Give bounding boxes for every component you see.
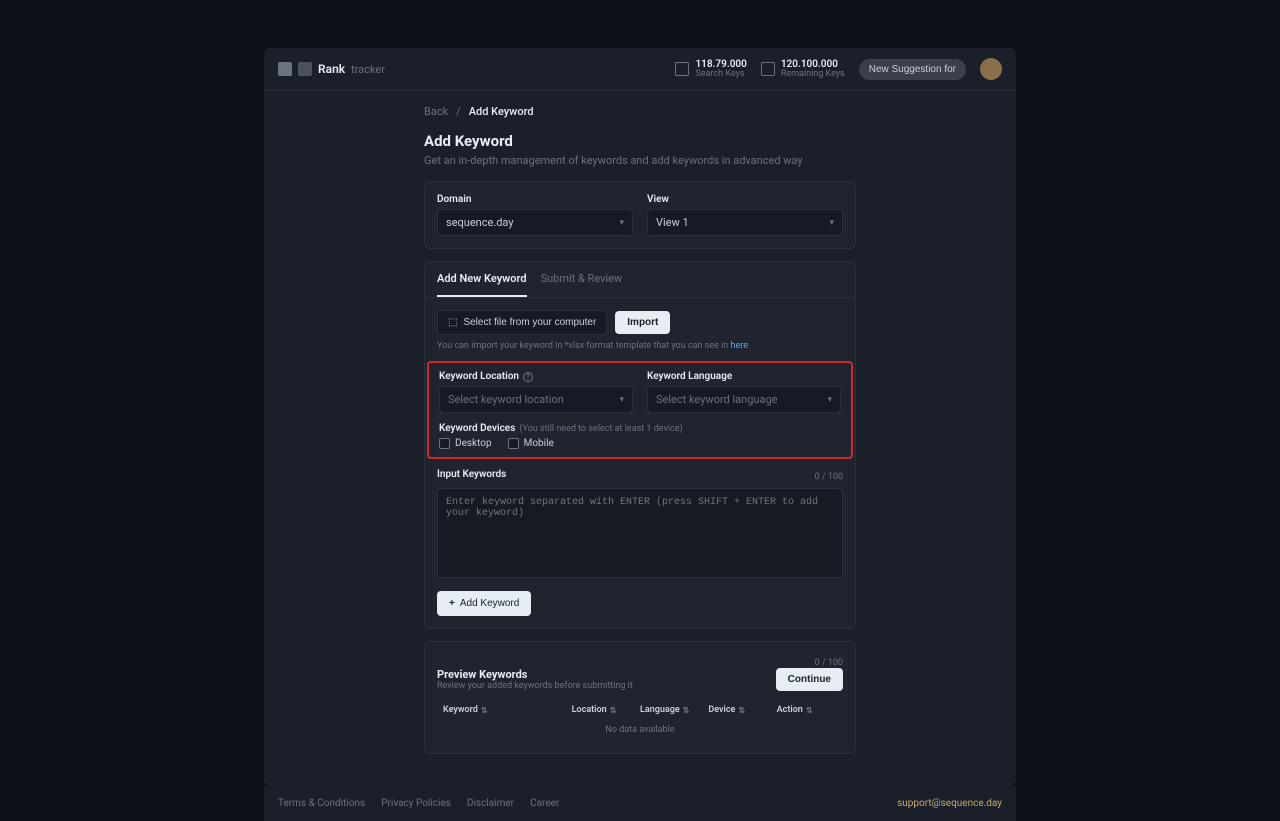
template-link[interactable]: here <box>731 341 748 351</box>
info-icon[interactable]: ? <box>523 372 533 382</box>
select-file-label: Select file from your computer <box>463 317 596 328</box>
footer-career[interactable]: Career <box>530 798 559 809</box>
import-hint: You can import your keyword in *xlsx for… <box>437 341 843 351</box>
view-select[interactable]: View 1 ▾ <box>647 209 843 236</box>
language-label: Keyword Language <box>647 371 841 382</box>
brand-name: Rank <box>318 62 345 76</box>
brand-sub: tracker <box>351 63 385 76</box>
plus-icon: + <box>449 598 455 609</box>
add-keyword-panel: Add New Keyword Submit & Review ⬚ Select… <box>424 261 856 629</box>
add-keyword-button[interactable]: + Add Keyword <box>437 591 531 616</box>
keywords-textarea[interactable] <box>437 488 843 578</box>
checkbox-icon <box>508 438 519 449</box>
stat1-value: 118.79.000 <box>695 59 746 70</box>
input-keywords-label: Input Keywords <box>437 469 506 480</box>
breadcrumb: Back / Add Keyword <box>424 105 856 118</box>
col-keyword[interactable]: Keyword⇅ <box>443 705 564 715</box>
footer: Terms & Conditions Privacy Policies Disc… <box>264 786 1016 821</box>
col-action[interactable]: Action⇅ <box>777 705 837 715</box>
sort-icon: ⇅ <box>738 706 745 715</box>
stat-remaining-keys: 120.100.000 Remaining Keys <box>761 59 845 80</box>
col-location[interactable]: Location⇅ <box>572 705 632 715</box>
keyword-count: 0 / 100 <box>815 472 843 482</box>
view-label: View <box>647 194 843 205</box>
col-language[interactable]: Language⇅ <box>640 705 700 715</box>
preview-panel: 0 / 100 Preview Keywords Review your add… <box>424 641 856 754</box>
stat1-label: Search Keys <box>695 70 746 80</box>
chevron-down-icon: ▾ <box>829 218 834 228</box>
logo-icon-2 <box>298 62 312 76</box>
avatar[interactable] <box>980 58 1002 80</box>
select-file-button[interactable]: ⬚ Select file from your computer <box>437 310 607 335</box>
devices-label: Keyword Devices (You still need to selec… <box>439 423 841 434</box>
breadcrumb-current: Add Keyword <box>469 105 534 118</box>
import-button[interactable]: Import <box>615 311 670 334</box>
footer-privacy[interactable]: Privacy Policies <box>381 798 451 809</box>
key-icon <box>761 62 775 76</box>
location-label: Keyword Location ? <box>439 371 633 382</box>
tabs: Add New Keyword Submit & Review <box>425 262 855 298</box>
footer-disclaimer[interactable]: Disclaimer <box>467 798 514 809</box>
footer-email[interactable]: support@sequence.day <box>897 798 1002 809</box>
view-value: View 1 <box>656 216 689 229</box>
preview-table-header: Keyword⇅ Location⇅ Language⇅ Device⇅ Act… <box>437 701 843 719</box>
chevron-down-icon: ▾ <box>619 218 624 228</box>
new-suggestion-button[interactable]: New Suggestion for <box>859 59 966 80</box>
tab-add-new-keyword[interactable]: Add New Keyword <box>437 262 527 297</box>
page-subtitle: Get an in-depth management of keywords a… <box>424 154 856 167</box>
chevron-down-icon: ▾ <box>619 395 624 405</box>
page-title: Add Keyword <box>424 132 856 150</box>
domain-label: Domain <box>437 194 633 205</box>
language-placeholder: Select keyword language <box>656 393 777 406</box>
preview-title: Preview Keywords <box>437 668 633 681</box>
logo-group[interactable]: Rank tracker <box>278 62 385 76</box>
sort-icon: ⇅ <box>683 706 690 715</box>
key-icon <box>675 62 689 76</box>
devices-hint: (You still need to select at least 1 dev… <box>519 424 682 434</box>
upload-icon: ⬚ <box>448 317 457 328</box>
chevron-down-icon: ▾ <box>827 395 832 405</box>
domain-view-panel: Domain sequence.day ▾ View View 1 ▾ <box>424 181 856 249</box>
continue-button[interactable]: Continue <box>776 668 843 691</box>
footer-terms[interactable]: Terms & Conditions <box>278 798 365 809</box>
sort-icon: ⇅ <box>481 706 488 715</box>
highlighted-section: Keyword Location ? Select keyword locati… <box>427 361 853 459</box>
location-placeholder: Select keyword location <box>448 393 564 406</box>
location-select[interactable]: Select keyword location ▾ <box>439 386 633 413</box>
logo-icon <box>278 62 292 76</box>
breadcrumb-back[interactable]: Back <box>424 105 448 118</box>
preview-count: 0 / 100 <box>815 658 843 668</box>
checkbox-mobile[interactable]: Mobile <box>508 438 554 449</box>
language-select[interactable]: Select keyword language ▾ <box>647 386 841 413</box>
breadcrumb-separator: / <box>456 105 461 118</box>
stat2-value: 120.100.000 <box>781 59 845 70</box>
preview-subtitle: Review your added keywords before submit… <box>437 681 633 691</box>
checkbox-desktop[interactable]: Desktop <box>439 438 492 449</box>
no-data-message: No data available <box>437 719 843 741</box>
sort-icon: ⇅ <box>806 706 813 715</box>
col-device[interactable]: Device⇅ <box>708 705 768 715</box>
tab-submit-review[interactable]: Submit & Review <box>541 262 623 297</box>
stat2-label: Remaining Keys <box>781 70 845 80</box>
domain-select[interactable]: sequence.day ▾ <box>437 209 633 236</box>
checkbox-icon <box>439 438 450 449</box>
domain-value: sequence.day <box>446 216 514 229</box>
stat-search-keys: 118.79.000 Search Keys <box>675 59 746 80</box>
sort-icon: ⇅ <box>610 706 617 715</box>
app-header: Rank tracker 118.79.000 Search Keys 120.… <box>264 48 1016 91</box>
